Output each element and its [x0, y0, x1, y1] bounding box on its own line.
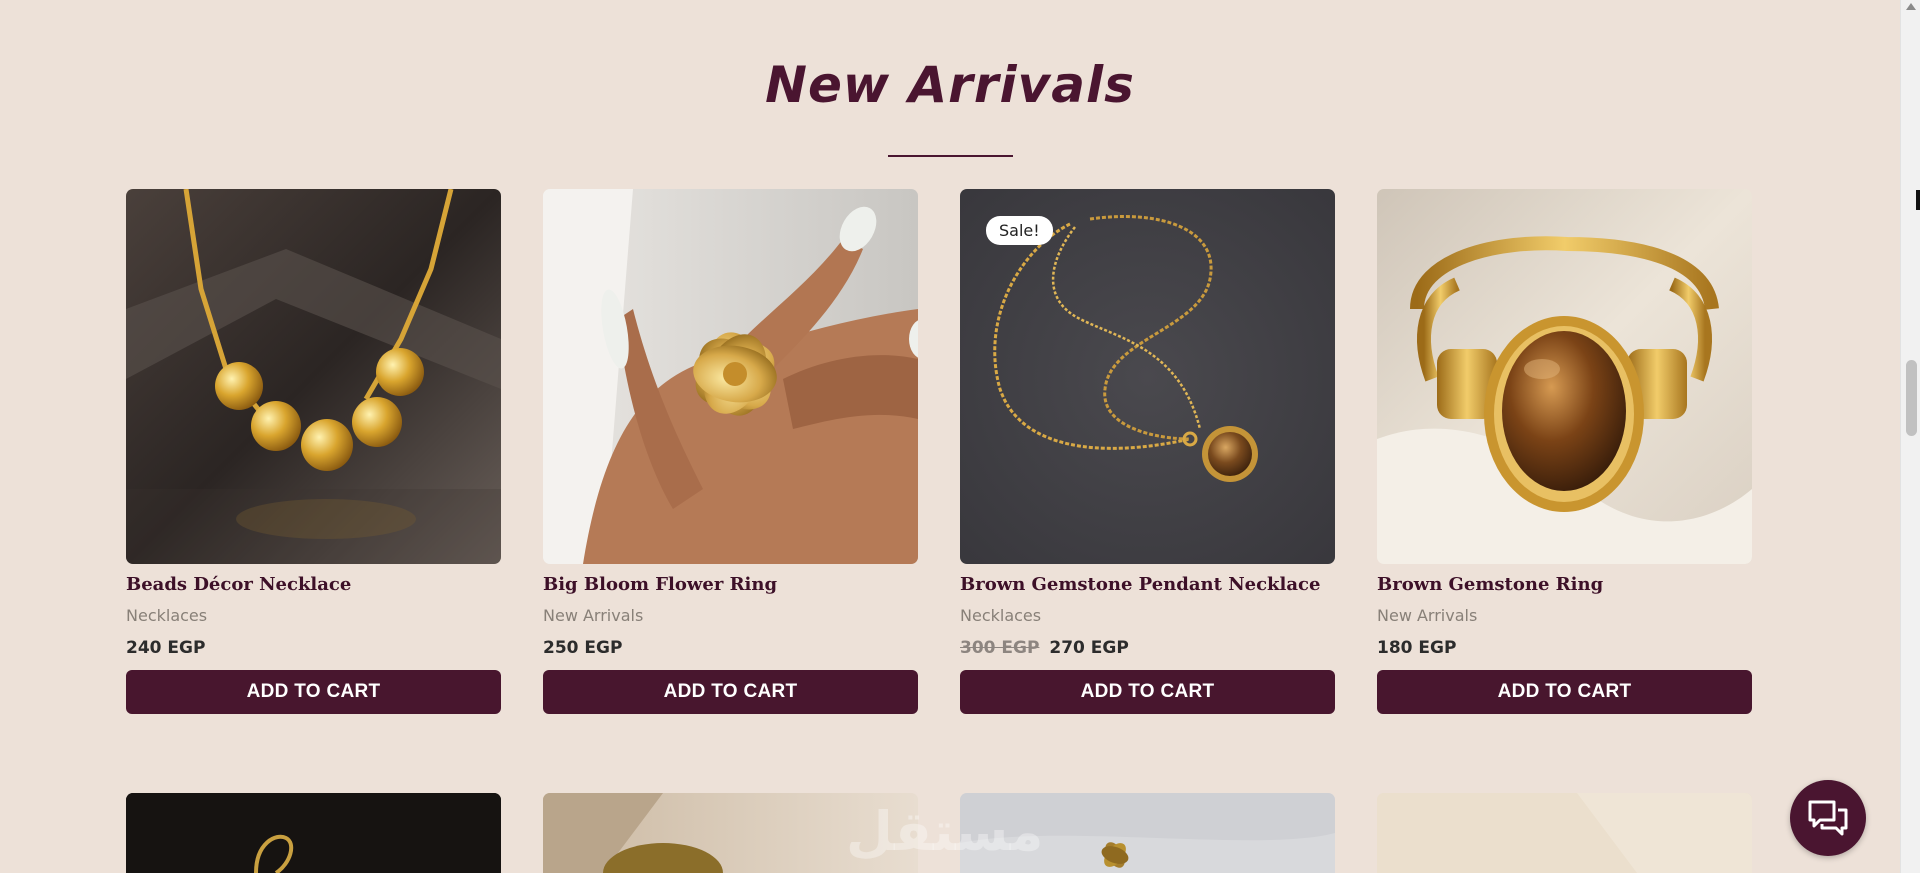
add-to-cart-button[interactable]: ADD TO CART: [1377, 670, 1752, 714]
product-card: Brown Gemstone Ring New Arrivals 180 EGP…: [1377, 189, 1752, 714]
product-card: Sale! Brown Gemstone Pendant Necklace Ne…: [960, 189, 1335, 714]
chat-bubbles-icon: [1808, 800, 1848, 836]
product-price: 180 EGP: [1377, 637, 1752, 659]
page: New Arrivals Beads Décor Necklace Neckla…: [0, 0, 1920, 873]
current-price: 240 EGP: [126, 638, 206, 658]
chat-button[interactable]: [1790, 780, 1866, 856]
product-name[interactable]: Big Bloom Flower Ring: [543, 572, 918, 598]
product-image[interactable]: [1377, 189, 1752, 564]
section-title: New Arrivals: [765, 56, 1135, 114]
product-price: 250 EGP: [543, 637, 918, 659]
product-name[interactable]: Brown Gemstone Pendant Necklace: [960, 572, 1335, 598]
current-price: 250 EGP: [543, 638, 623, 658]
product-price: 300 EGP 270 EGP: [960, 637, 1335, 659]
product-name[interactable]: Brown Gemstone Ring: [1377, 572, 1752, 598]
product-image[interactable]: Sale!: [960, 189, 1335, 564]
product-category[interactable]: New Arrivals: [1377, 606, 1752, 626]
current-price: 180 EGP: [1377, 638, 1457, 658]
title-divider: [888, 155, 1013, 157]
add-to-cart-button[interactable]: ADD TO CART: [543, 670, 918, 714]
mouse-cursor: [1916, 190, 1920, 210]
product-card: Beads Décor Necklace Necklaces 240 EGP A…: [126, 189, 501, 714]
product-image[interactable]: [1377, 793, 1752, 873]
add-to-cart-button[interactable]: ADD TO CART: [126, 670, 501, 714]
scrollbar[interactable]: [1900, 0, 1920, 873]
original-price: 300 EGP: [960, 638, 1040, 658]
current-price: 270 EGP: [1049, 638, 1129, 658]
product-name[interactable]: Beads Décor Necklace: [126, 572, 501, 598]
product-card: Big Bloom Flower Ring New Arrivals 250 E…: [543, 189, 918, 714]
product-image[interactable]: [543, 189, 918, 564]
product-image[interactable]: [126, 189, 501, 564]
add-to-cart-button[interactable]: ADD TO CART: [960, 670, 1335, 714]
product-price: 240 EGP: [126, 637, 501, 659]
product-category[interactable]: Necklaces: [126, 606, 501, 626]
product-image[interactable]: [126, 793, 501, 873]
watermark-logo: مستقل: [846, 800, 1044, 863]
product-category[interactable]: New Arrivals: [543, 606, 918, 626]
scrollbar-thumb[interactable]: [1906, 360, 1917, 436]
sale-badge: Sale!: [986, 216, 1053, 245]
product-category[interactable]: Necklaces: [960, 606, 1335, 626]
scroll-up-arrow-icon[interactable]: [1906, 3, 1916, 10]
